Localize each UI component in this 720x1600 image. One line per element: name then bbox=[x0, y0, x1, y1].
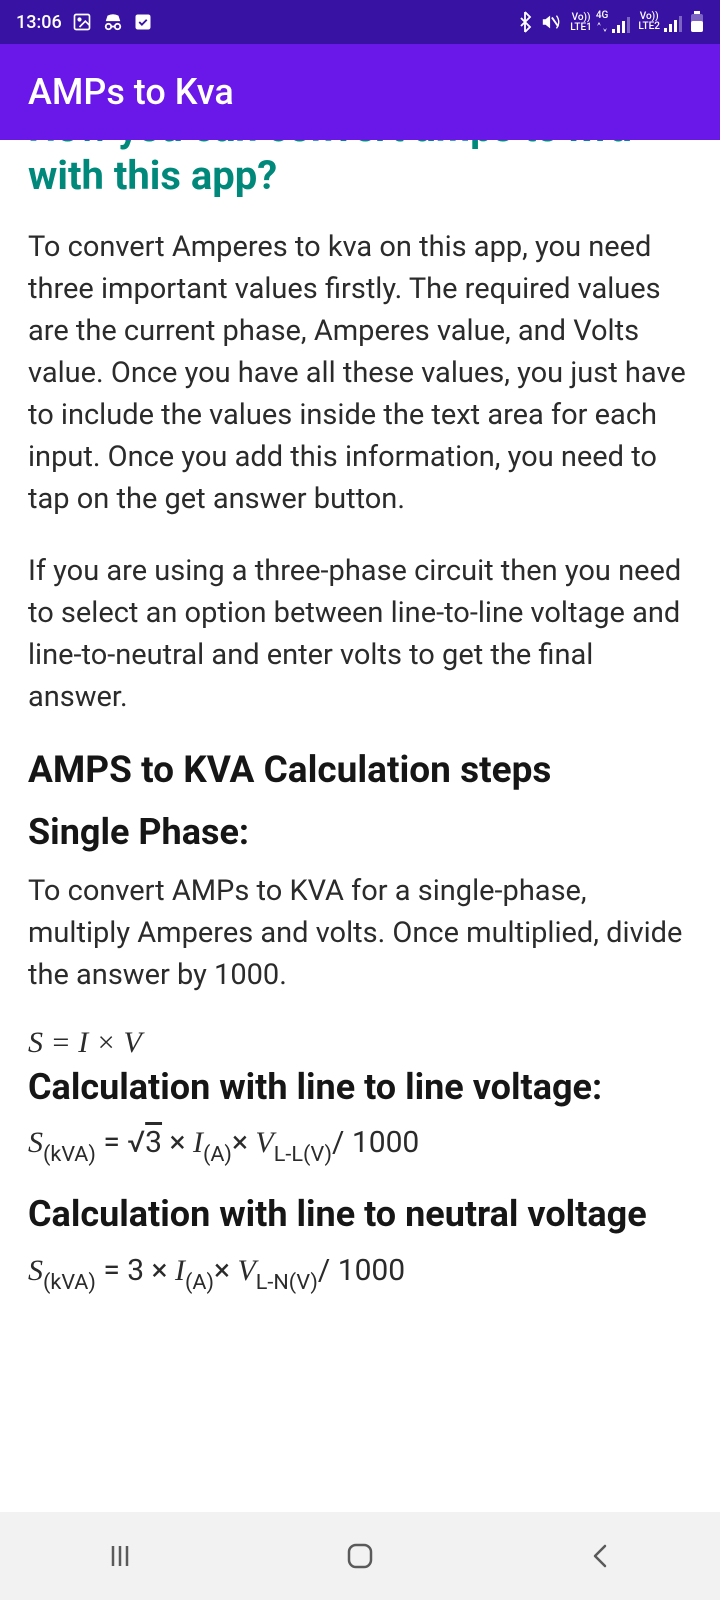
f-ln-s-sub: (kVA) bbox=[43, 1270, 96, 1295]
f-ll-i: I bbox=[193, 1126, 203, 1159]
status-left: 13:06 bbox=[16, 12, 152, 33]
f-ll-v-sub: L-L(V) bbox=[274, 1142, 332, 1167]
intro-paragraph-2: If you are using a three-phase circuit t… bbox=[28, 550, 692, 718]
single-phase-heading: Single Phase: bbox=[28, 811, 692, 854]
signal1-icon bbox=[612, 17, 630, 33]
intro-heading: How you can convert amps to kva with thi… bbox=[28, 140, 692, 200]
status-time: 13:06 bbox=[16, 12, 62, 33]
f-ln-i-sub: (A) bbox=[185, 1270, 214, 1295]
f-ln-s: S bbox=[28, 1254, 43, 1287]
system-nav-bar bbox=[0, 1512, 720, 1600]
f-ll-t2: × bbox=[232, 1125, 255, 1160]
f-ll-i-sub: (A) bbox=[203, 1142, 232, 1167]
f-ln-t2: × bbox=[214, 1253, 237, 1288]
f-ln-v-sub: L-N(V) bbox=[256, 1270, 318, 1295]
intro-paragraph-1: To convert Amperes to kva on this app, y… bbox=[28, 226, 692, 520]
app-bar: AMPs to Kva bbox=[0, 44, 720, 140]
f-ll-eq: = bbox=[96, 1125, 127, 1160]
f-ll-v: V bbox=[255, 1126, 273, 1159]
content-scroll[interactable]: How you can convert amps to kva with thi… bbox=[0, 140, 720, 1512]
sim1-net: 4G bbox=[596, 11, 609, 21]
incognito-icon bbox=[102, 12, 124, 32]
sim1-lte: LTE1 bbox=[570, 23, 592, 33]
f-ll-t1: × bbox=[162, 1125, 193, 1160]
f-ln-div: / 1000 bbox=[318, 1253, 405, 1288]
data-arrows-icon bbox=[596, 21, 608, 33]
bluetooth-icon bbox=[518, 11, 532, 33]
steps-heading: AMPS to KVA Calculation steps bbox=[28, 749, 692, 793]
back-button[interactable] bbox=[540, 1528, 660, 1584]
mute-vibrate-icon bbox=[540, 12, 562, 32]
check-icon bbox=[134, 13, 152, 31]
status-right: Vo)) LTE1 4G Vo)) LTE2 bbox=[518, 11, 704, 33]
status-bar: 13:06 Vo)) LTE1 4G bbox=[0, 0, 720, 44]
formula-line-to-line: S(kVA) = √3 × I(A)× VL-L(V)/ 1000 bbox=[28, 1125, 692, 1165]
f-ll-s-sub: (kVA) bbox=[43, 1142, 96, 1167]
image-icon bbox=[72, 12, 92, 32]
f-ll-div: / 1000 bbox=[332, 1125, 419, 1160]
signal2-icon bbox=[664, 16, 682, 32]
recents-button[interactable] bbox=[60, 1528, 180, 1584]
f-ln-i: I bbox=[175, 1254, 185, 1287]
page-title: AMPs to Kva bbox=[28, 71, 234, 113]
battery-icon bbox=[690, 11, 704, 33]
f-ln-v: V bbox=[237, 1254, 255, 1287]
f-ln-eq: = 3 × bbox=[96, 1253, 175, 1288]
formula-line-to-neutral: S(kVA) = 3 × I(A)× VL-N(V)/ 1000 bbox=[28, 1253, 692, 1293]
line-to-neutral-heading: Calculation with line to neutral voltage bbox=[28, 1193, 692, 1236]
sim1-block: Vo)) LTE1 4G bbox=[570, 11, 630, 33]
f-ll-s: S bbox=[28, 1126, 43, 1159]
home-button[interactable] bbox=[300, 1528, 420, 1584]
line-to-line-heading: Calculation with line to line voltage: bbox=[28, 1066, 692, 1109]
sim2-block: Vo)) LTE2 bbox=[638, 12, 682, 32]
single-phase-paragraph: To convert AMPs to KVA for a single-phas… bbox=[28, 870, 692, 996]
f-ll-root: √ bbox=[127, 1125, 145, 1160]
sim2-lte: LTE2 bbox=[638, 22, 660, 32]
formula-single-phase: S = I × V bbox=[28, 1026, 692, 1060]
f-ll-rootval: 3 bbox=[145, 1125, 162, 1160]
